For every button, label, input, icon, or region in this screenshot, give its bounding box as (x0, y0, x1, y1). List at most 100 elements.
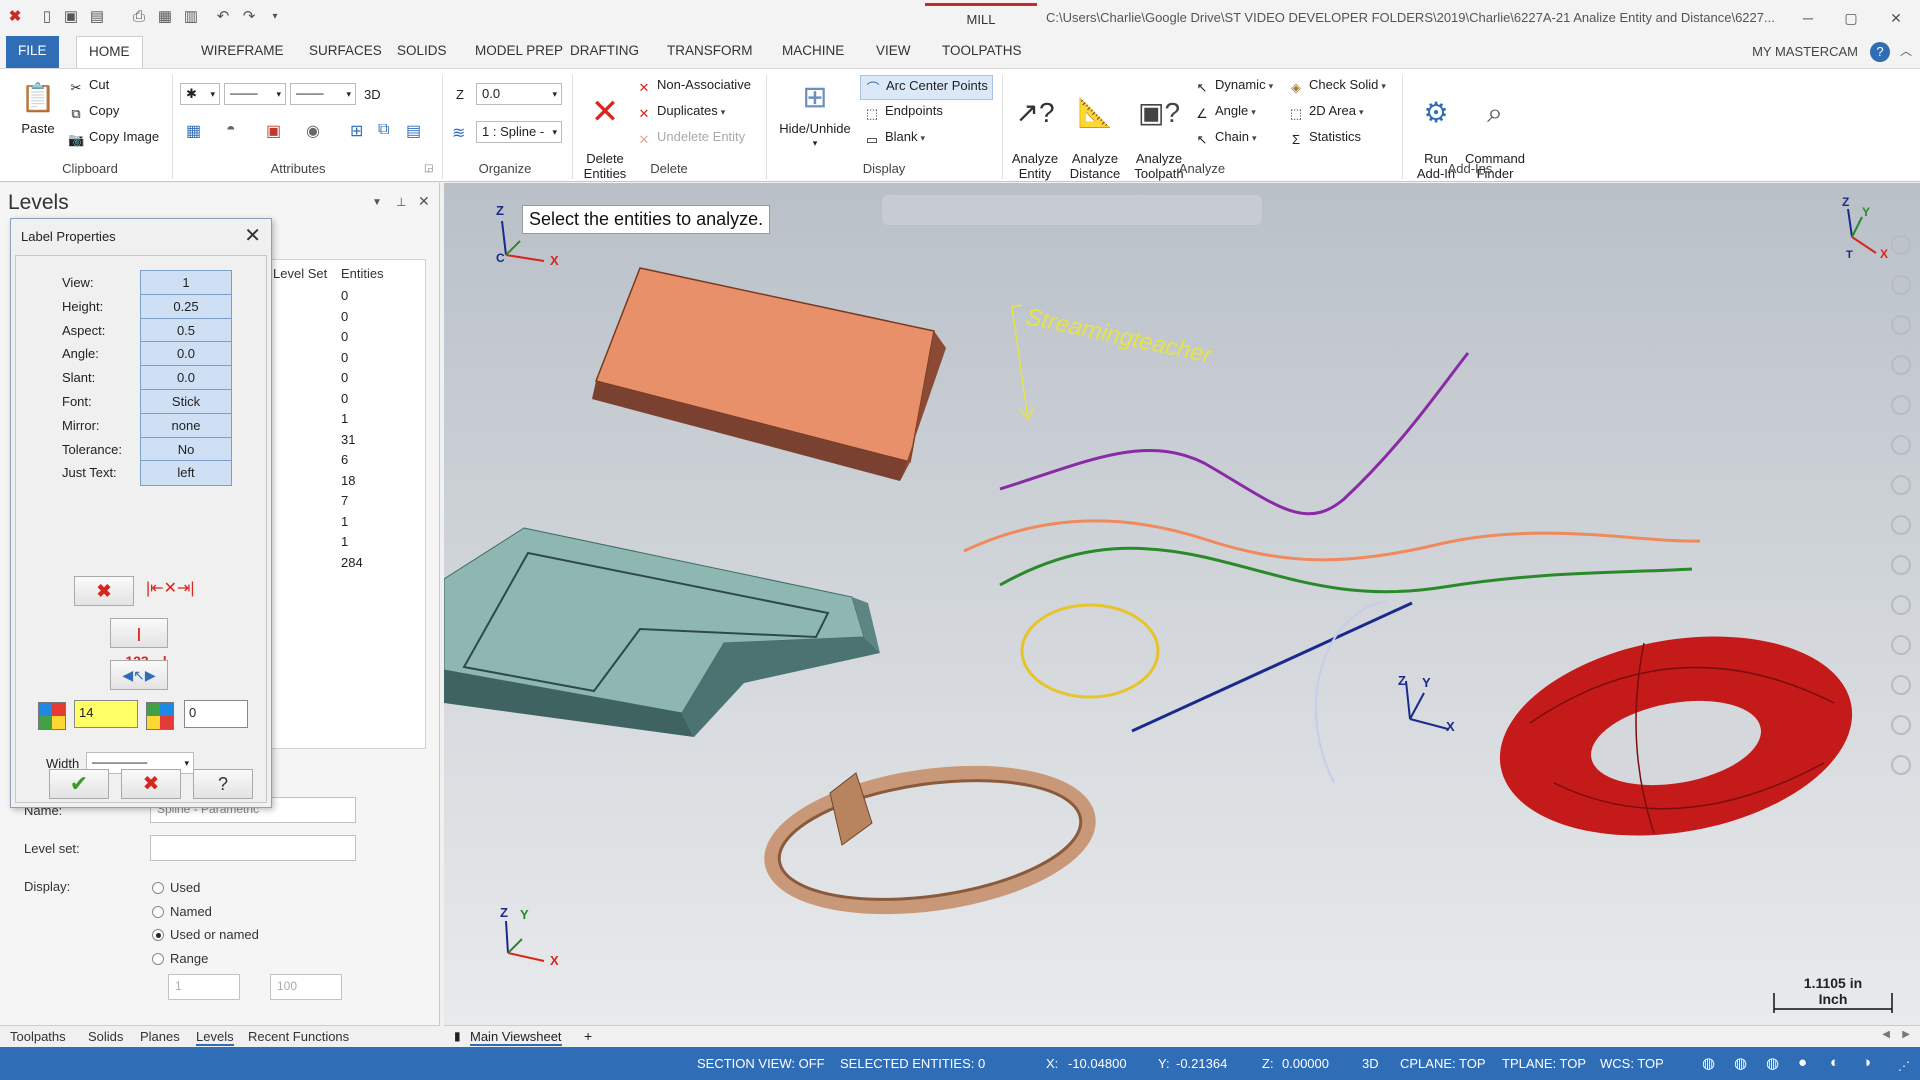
radio-used[interactable]: Used (152, 880, 200, 895)
graphics-viewport[interactable]: Z X C Z Y X Z Y X Z Y X T Select the ent… (444, 183, 1920, 1025)
cplane-status[interactable]: CPLANE: TOP (1400, 1056, 1486, 1071)
z-depth-input[interactable]: 0.0 ▾ (476, 83, 562, 105)
resize-grip-icon[interactable]: ⋰ (1898, 1059, 1910, 1073)
scroll-left-icon[interactable]: ◀ (1882, 1029, 1890, 1040)
tab-surfaces[interactable]: SURFACES (297, 36, 394, 68)
tab-view[interactable]: VIEW (864, 36, 923, 68)
orange-block-solid[interactable] (592, 267, 946, 481)
blue-line[interactable] (1131, 601, 1413, 733)
tab-solids[interactable]: SOLIDS (385, 36, 459, 68)
tab-toolpaths[interactable]: TOOLPATHS (930, 36, 1034, 68)
tab-transform[interactable]: TRANSFORM (655, 36, 765, 68)
fill-color-icon[interactable]: ◓ (226, 121, 236, 139)
rotate-icon[interactable] (1891, 275, 1911, 295)
top-view-icon[interactable] (1891, 435, 1911, 455)
help-button[interactable]: ? (193, 769, 253, 799)
minimize-icon[interactable]: ─ (1797, 8, 1819, 28)
print-icon[interactable]: ⎙ (130, 8, 148, 26)
ok-button[interactable]: ✔ (49, 769, 109, 799)
faint-arc[interactable] (1314, 600, 1387, 784)
main-viewsheet-tab[interactable]: Main Viewsheet (470, 1029, 562, 1046)
blank-button[interactable]: ▭ Blank ▾ (864, 129, 925, 148)
save-icon[interactable]: ▣ (62, 8, 80, 26)
color-palette-icon[interactable] (38, 702, 66, 730)
folder-icon[interactable]: ▥ (182, 8, 200, 26)
radio-range[interactable]: Range (152, 951, 208, 966)
my-mastercam-link[interactable]: MY MASTERCAM (1752, 44, 1858, 59)
world-icon[interactable]: ◍ (1766, 1054, 1779, 1072)
undelete-entity-button[interactable]: ✕ Undelete Entity (636, 129, 746, 148)
close-window-icon[interactable]: ✕ (1885, 8, 1907, 28)
pan-icon[interactable] (1891, 315, 1911, 335)
mode-3d-status[interactable]: 3D (1362, 1056, 1379, 1071)
statistics-button[interactable]: Σ Statistics (1288, 129, 1361, 148)
color-2-input[interactable]: 0 (184, 700, 248, 728)
section-view-status[interactable]: SECTION VIEW: OFF (697, 1056, 825, 1071)
property-value-button[interactable]: 0.0 (140, 365, 232, 392)
property-value-button[interactable]: 0.0 (140, 341, 232, 368)
clear-colors-icon[interactable]: ▤ (406, 121, 421, 141)
wireframe-icon[interactable] (1891, 635, 1911, 655)
property-value-button[interactable]: left (140, 460, 232, 487)
tab-file[interactable]: FILE (6, 36, 59, 68)
close-panel-icon[interactable]: ✕ (418, 193, 430, 210)
close-dialog-icon[interactable]: ✕ (244, 223, 261, 248)
check-solid-button[interactable]: ◈ Check Solid ▾ (1288, 77, 1386, 96)
teal-pocket-solid[interactable] (444, 527, 880, 737)
new-file-icon[interactable]: ▯ (38, 8, 56, 26)
yellow-circle[interactable] (1020, 603, 1160, 699)
property-value-button[interactable]: none (140, 412, 232, 439)
tab-solids-manager[interactable]: Solids (88, 1029, 123, 1044)
wireframe-color-icon[interactable]: ▦ (186, 121, 201, 141)
tab-planes-manager[interactable]: Planes (140, 1029, 180, 1044)
property-value-button[interactable]: Stick (140, 389, 232, 415)
shaded-icon[interactable] (1891, 595, 1911, 615)
shading-icon[interactable]: ● (1798, 1054, 1807, 1071)
zoom-icon[interactable] (1891, 235, 1911, 255)
extension-lines-icon[interactable]: |⇤✕⇥| (146, 578, 195, 598)
color-palette-2-icon[interactable] (146, 702, 174, 730)
copy-image-button[interactable]: 📷 Copy Image (68, 129, 159, 148)
chain-button[interactable]: ↖ Chain ▾ (1194, 129, 1257, 148)
property-value-button[interactable]: 0.25 (140, 293, 232, 320)
tab-toolpaths-manager[interactable]: Toolpaths (10, 1029, 66, 1044)
scroll-right-icon[interactable]: ▶ (1902, 1029, 1910, 1040)
set-all-icon[interactable]: ⊞ (350, 121, 363, 141)
range-from-input[interactable]: 1 (168, 974, 240, 1000)
radio-used-or-named[interactable]: Used or named (152, 927, 259, 942)
set-main-icon[interactable]: ⧉ (378, 121, 389, 139)
add-viewsheet-icon[interactable]: + (584, 1028, 592, 1044)
purple-spline[interactable] (999, 352, 1470, 516)
attributes-launcher-icon[interactable]: ◲ (424, 163, 433, 174)
cancel-button[interactable]: ✖ (121, 769, 181, 799)
dimension-text-button[interactable]: |←123→| (110, 618, 168, 669)
material-icon[interactable]: ◉ (306, 121, 320, 141)
tab-wireframe[interactable]: WIREFRAME (189, 36, 296, 68)
non-associative-button[interactable]: ✕ Non-Associative (636, 77, 751, 96)
mode-3d-toggle[interactable]: 3D (364, 87, 381, 102)
autocursor-toolbar[interactable] (882, 195, 1262, 225)
paste-button[interactable]: 📋 Paste (16, 77, 60, 136)
layers-icon[interactable] (1891, 675, 1911, 695)
globe-2-icon[interactable]: ◍ (1734, 1054, 1747, 1072)
analyze-distance-button[interactable]: 📐 Analyze Distance (1066, 77, 1124, 181)
save-as-icon[interactable]: ▦ (156, 8, 174, 26)
iso-view-icon[interactable] (1891, 555, 1911, 575)
color-input[interactable]: 14 (74, 700, 138, 728)
globe-icon[interactable]: ◍ (1702, 1054, 1715, 1072)
duplicates-button[interactable]: ✕ Duplicates ▾ (636, 103, 726, 122)
collapse-ribbon-icon[interactable]: ︿ (1900, 42, 1912, 59)
line-width-select[interactable]: ─── ▾ (290, 83, 356, 105)
shaded-sphere-icon[interactable]: ◐ (1830, 1054, 1839, 1071)
clear-button[interactable]: ✖ (74, 576, 134, 606)
angle-button[interactable]: ∠ Angle ▾ (1194, 103, 1256, 122)
red-torus-solid[interactable] (1484, 611, 1868, 862)
cut-button[interactable]: ✂ Cut (68, 77, 110, 96)
tab-levels-manager[interactable]: Levels (196, 1029, 234, 1046)
tplane-status[interactable]: TPLANE: TOP (1502, 1056, 1586, 1071)
tab-recent-functions[interactable]: Recent Functions (248, 1029, 349, 1044)
redo-icon[interactable]: ↷ (240, 8, 258, 26)
point-style-select[interactable]: ✱ ▾ (180, 83, 220, 105)
no-entry-icon[interactable] (1891, 755, 1911, 775)
solid-color-icon[interactable]: ▣ (266, 121, 281, 141)
